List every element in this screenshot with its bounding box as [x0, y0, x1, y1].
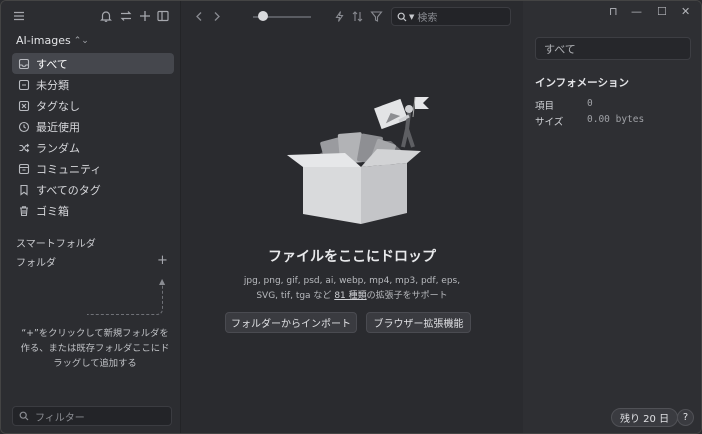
sidebar-item-recent[interactable]: 最近使用 — [12, 116, 174, 137]
smart-folders-heading[interactable]: スマートフォルダ — [16, 235, 96, 250]
close-icon[interactable]: ✕ — [681, 5, 690, 18]
trash-icon — [18, 205, 30, 217]
search-placeholder: 検索 — [417, 13, 438, 24]
sidebar-item-random[interactable]: ランダム — [12, 137, 174, 158]
add-folder-icon[interactable]: + — [157, 253, 168, 268]
search-input[interactable]: ▼ 検索 — [391, 7, 511, 26]
arrow-up-icon: ▲ — [159, 277, 166, 286]
maximize-icon[interactable]: ☐ — [657, 5, 667, 18]
unsorted-icon — [18, 79, 30, 91]
chevron-updown-icon: ⌃⌄ — [73, 35, 89, 46]
supported-formats: jpg, png, gif, psd, ai, webp, mp4, mp3, … — [181, 274, 523, 304]
size-label: サイズ — [535, 117, 564, 128]
sidebar-item-label: タグなし — [36, 99, 80, 113]
bookmark-icon — [18, 184, 30, 196]
library-name: AI-images — [16, 34, 71, 47]
drop-title: ファイルをここにドロップ — [268, 249, 436, 265]
sidebar-item-label: コミュニティ — [36, 162, 102, 176]
folder-hint-text: “+”をクリックして新規フォルダを作る、または既存フォルダここにドラッグして追加… — [20, 328, 170, 369]
sidebar-item-label: 最近使用 — [36, 120, 80, 134]
bolt-icon[interactable] — [333, 10, 346, 23]
add-icon[interactable] — [138, 9, 152, 23]
formats-line-1: jpg, png, gif, psd, ai, webp, mp4, mp3, … — [243, 276, 461, 286]
inbox-icon — [18, 58, 30, 70]
trial-days-badge[interactable]: 残り 20 日 — [611, 408, 679, 427]
bell-icon[interactable] — [99, 9, 113, 23]
main-area: ▼ 検索 ファイルをここにドロップ jpg, png, gif, psd, ai… — [181, 1, 523, 433]
sidebar-nav: すべて 未分類 タグなし 最近使用 ランダム コミュニティ すべてのタグ ゴミ箱 — [12, 53, 174, 221]
sidebar-toolbar — [1, 1, 181, 33]
untagged-icon — [18, 100, 30, 112]
info-title: インフォメーション — [535, 77, 629, 89]
sidebar: AI-images ⌃⌄ すべて 未分類 タグなし 最近使用 ランダム コミュニ… — [1, 1, 181, 433]
filter-placeholder: フィルター — [35, 412, 85, 424]
menu-icon[interactable] — [12, 9, 26, 23]
items-label: 項目 — [535, 101, 555, 112]
minimize-icon[interactable]: — — [631, 5, 642, 18]
sort-icon[interactable] — [351, 10, 364, 23]
library-switcher[interactable]: AI-images ⌃⌄ — [16, 34, 89, 47]
community-icon — [18, 163, 30, 175]
folders-heading[interactable]: フォルダ — [16, 254, 56, 269]
browser-extension-button[interactable]: ブラウザー拡張機能 — [366, 312, 471, 333]
sync-icon[interactable] — [119, 9, 133, 23]
sidebar-item-label: すべてのタグ — [36, 183, 101, 197]
formats-prefix: SVG, tif, tga など — [256, 291, 332, 301]
filter-input[interactable]: フィルター — [12, 406, 172, 426]
chevron-down-icon[interactable]: ▼ — [409, 13, 414, 21]
sidebar-item-all[interactable]: すべて — [12, 53, 174, 74]
inspector-panel: ⊓ — ☐ ✕ すべて インフォメーション 項目 0 サイズ 0.00 byte… — [523, 1, 701, 433]
search-icon — [397, 12, 407, 21]
sidebar-item-label: すべて — [36, 57, 68, 71]
dashed-arrow-line — [87, 281, 163, 315]
back-icon[interactable] — [193, 10, 206, 23]
sidebar-item-untagged[interactable]: タグなし — [12, 95, 174, 116]
formats-suffix: の拡張子をサポート — [366, 291, 448, 301]
drop-box-illustration — [287, 96, 429, 224]
search-icon — [19, 411, 29, 421]
items-value: 0 — [587, 98, 593, 109]
sidebar-item-trash[interactable]: ゴミ箱 — [12, 200, 174, 221]
sidebar-item-community[interactable]: コミュニティ — [12, 158, 174, 179]
name-field[interactable]: すべて — [535, 37, 691, 60]
clock-icon — [18, 121, 30, 133]
filter-icon[interactable] — [370, 10, 383, 23]
help-button[interactable]: ? — [677, 409, 694, 426]
pin-icon[interactable]: ⊓ — [609, 5, 618, 18]
panel-toggle-icon[interactable] — [156, 9, 170, 23]
forward-icon[interactable] — [210, 10, 223, 23]
zoom-slider-handle[interactable] — [258, 11, 268, 21]
formats-line-2: SVG, tif, tga など 81 種類の拡張子をサポート — [181, 289, 523, 304]
sidebar-item-unsorted[interactable]: 未分類 — [12, 74, 174, 95]
sidebar-item-label: 未分類 — [36, 78, 69, 92]
shuffle-icon — [18, 142, 30, 154]
sidebar-item-label: ランダム — [36, 141, 80, 155]
app-window: AI-images ⌃⌄ すべて 未分類 タグなし 最近使用 ランダム コミュニ… — [0, 0, 702, 434]
import-from-folder-button[interactable]: フォルダーからインポート — [225, 312, 357, 333]
formats-count-link[interactable]: 81 種類 — [334, 291, 366, 301]
sidebar-item-label: ゴミ箱 — [36, 204, 69, 218]
sidebar-item-all-tags[interactable]: すべてのタグ — [12, 179, 174, 200]
size-value: 0.00 bytes — [587, 114, 645, 125]
